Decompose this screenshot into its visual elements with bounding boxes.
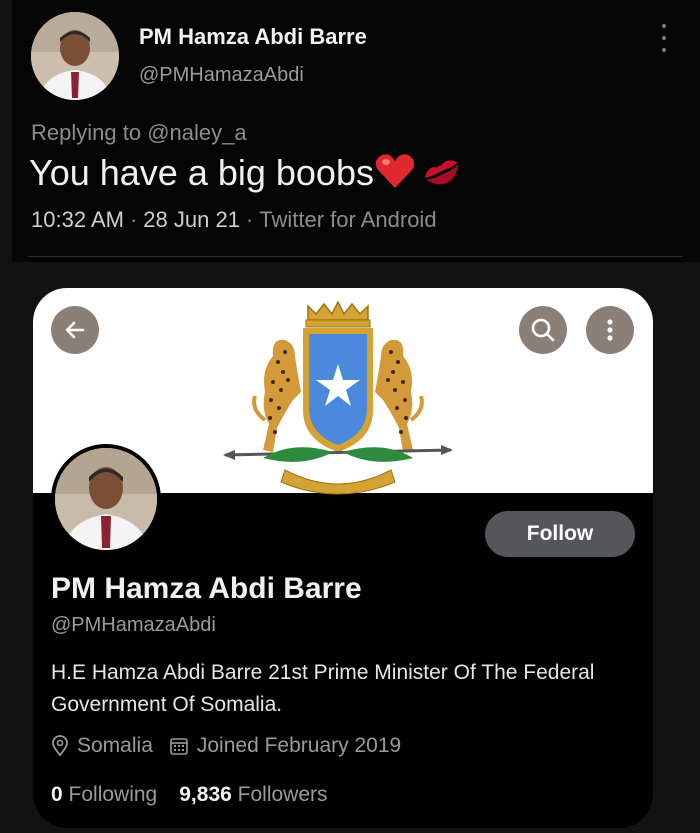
divider [28,256,683,257]
red-heart-icon [374,152,416,199]
followers-link[interactable]: 9,836 Followers [179,783,327,806]
following-count: 0 [51,783,63,806]
calendar-icon [169,736,189,756]
more-vertical-icon [607,319,613,341]
replying-to: Replying to @naley_a [31,120,247,146]
tweet-text: You have a big boobs [29,152,462,199]
tweet-text-body: You have a big boobs [29,152,374,194]
follow-button[interactable]: Follow [485,511,635,557]
search-icon [531,318,555,342]
back-button[interactable] [51,306,99,354]
following-link[interactable]: 0 Following [51,783,157,806]
tweet-client[interactable]: Twitter for Android [259,207,436,232]
search-button[interactable] [519,306,567,354]
followers-label: Followers [237,783,328,806]
tweet: PM Hamza Abdi Barre @PMHamazaAbdi Replyi… [12,0,700,262]
profile-name: PM Hamza Abdi Barre [51,572,362,605]
profile-follow-stats: 0 Following 9,836 Followers [51,783,328,807]
profile-joined: Joined February 2019 [196,734,402,757]
tweet-more-icon[interactable] [658,24,670,52]
kiss-mark-icon [422,155,462,197]
tweet-author-handle[interactable]: @PMHamazaAbdi [139,64,304,87]
profile-bio: H.E Hamza Abdi Barre 21st Prime Minister… [51,661,595,716]
tweet-date[interactable]: 28 Jun 21 [143,207,240,232]
following-label: Following [68,783,158,806]
profile-meta: Somalia Joined February 2019 [51,734,401,758]
replying-prefix: Replying to [31,120,142,145]
profile-avatar[interactable] [51,444,161,554]
tweet-meta: 10:32 AM · 28 Jun 21 · Twitter for Android [31,207,437,233]
followers-count: 9,836 [179,783,232,806]
tweet-author-name[interactable]: PM Hamza Abdi Barre [139,24,367,50]
meta-separator: · [129,207,138,232]
meta-separator: · [245,207,254,232]
profile-card: Follow PM Hamza Abdi Barre @PMHamazaAbdi… [33,288,653,828]
more-button[interactable] [586,306,634,354]
profile-handle: @PMHamazaAbdi [51,614,216,636]
replying-mention-link[interactable]: @naley_a [147,120,246,145]
tweet-time[interactable]: 10:32 AM [31,207,124,232]
location-pin-icon [51,735,69,757]
profile-location: Somalia [77,734,153,757]
tweet-author-avatar[interactable] [31,12,119,100]
arrow-left-icon [65,321,85,339]
coat-of-arms-emblem [223,300,453,495]
